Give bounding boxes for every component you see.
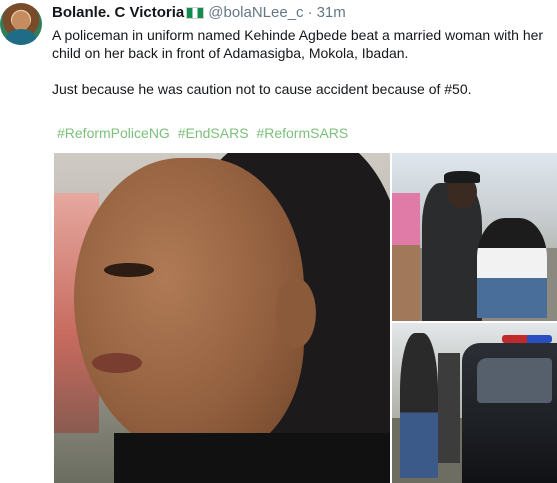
author-handle[interactable]: @bolaNLee_c	[208, 4, 303, 21]
photo-officer-crowd[interactable]	[392, 153, 557, 321]
photo-woman	[477, 218, 547, 318]
photo-man	[438, 353, 460, 463]
photo-police-van[interactable]	[392, 323, 557, 483]
media-grid	[54, 153, 557, 483]
avatar[interactable]	[0, 3, 42, 45]
separator-dot: ·	[307, 4, 313, 21]
hashtag-link[interactable]: #ReformPoliceNG	[57, 125, 170, 141]
tweet-paragraph: A policeman in uniform named Kehinde Agb…	[52, 27, 544, 61]
photo-eye	[104, 263, 154, 277]
tweet-header: Bolanle. C Victoria @bolaNLee_c · 31m	[52, 4, 346, 21]
hashtag-link[interactable]: #ReformSARS	[256, 125, 348, 141]
photo-ear	[276, 278, 316, 348]
photo-bystander	[392, 193, 420, 321]
timestamp[interactable]: 31m	[317, 4, 346, 21]
photo-scarf	[114, 433, 390, 483]
photo-face	[74, 158, 304, 458]
hashtag-link[interactable]: #EndSARS	[178, 125, 249, 141]
nigeria-flag-icon	[186, 6, 205, 19]
tweet-text: A policeman in uniform named Kehinde Agb…	[52, 26, 552, 98]
tweet-paragraph: Just because he was caution not to cause…	[52, 81, 472, 97]
avatar-body	[6, 29, 36, 45]
photo-man	[400, 333, 438, 478]
hashtag-list: #ReformPoliceNG #EndSARS #ReformSARS	[57, 125, 352, 141]
photo-van-window	[477, 358, 552, 403]
photo-officer-cap	[444, 171, 480, 183]
photo-siren	[502, 335, 552, 343]
avatar-face	[12, 11, 30, 31]
author-name[interactable]: Bolanle. C Victoria	[52, 4, 184, 21]
photo-lips	[92, 353, 142, 373]
photo-woman-closeup[interactable]	[54, 153, 390, 483]
